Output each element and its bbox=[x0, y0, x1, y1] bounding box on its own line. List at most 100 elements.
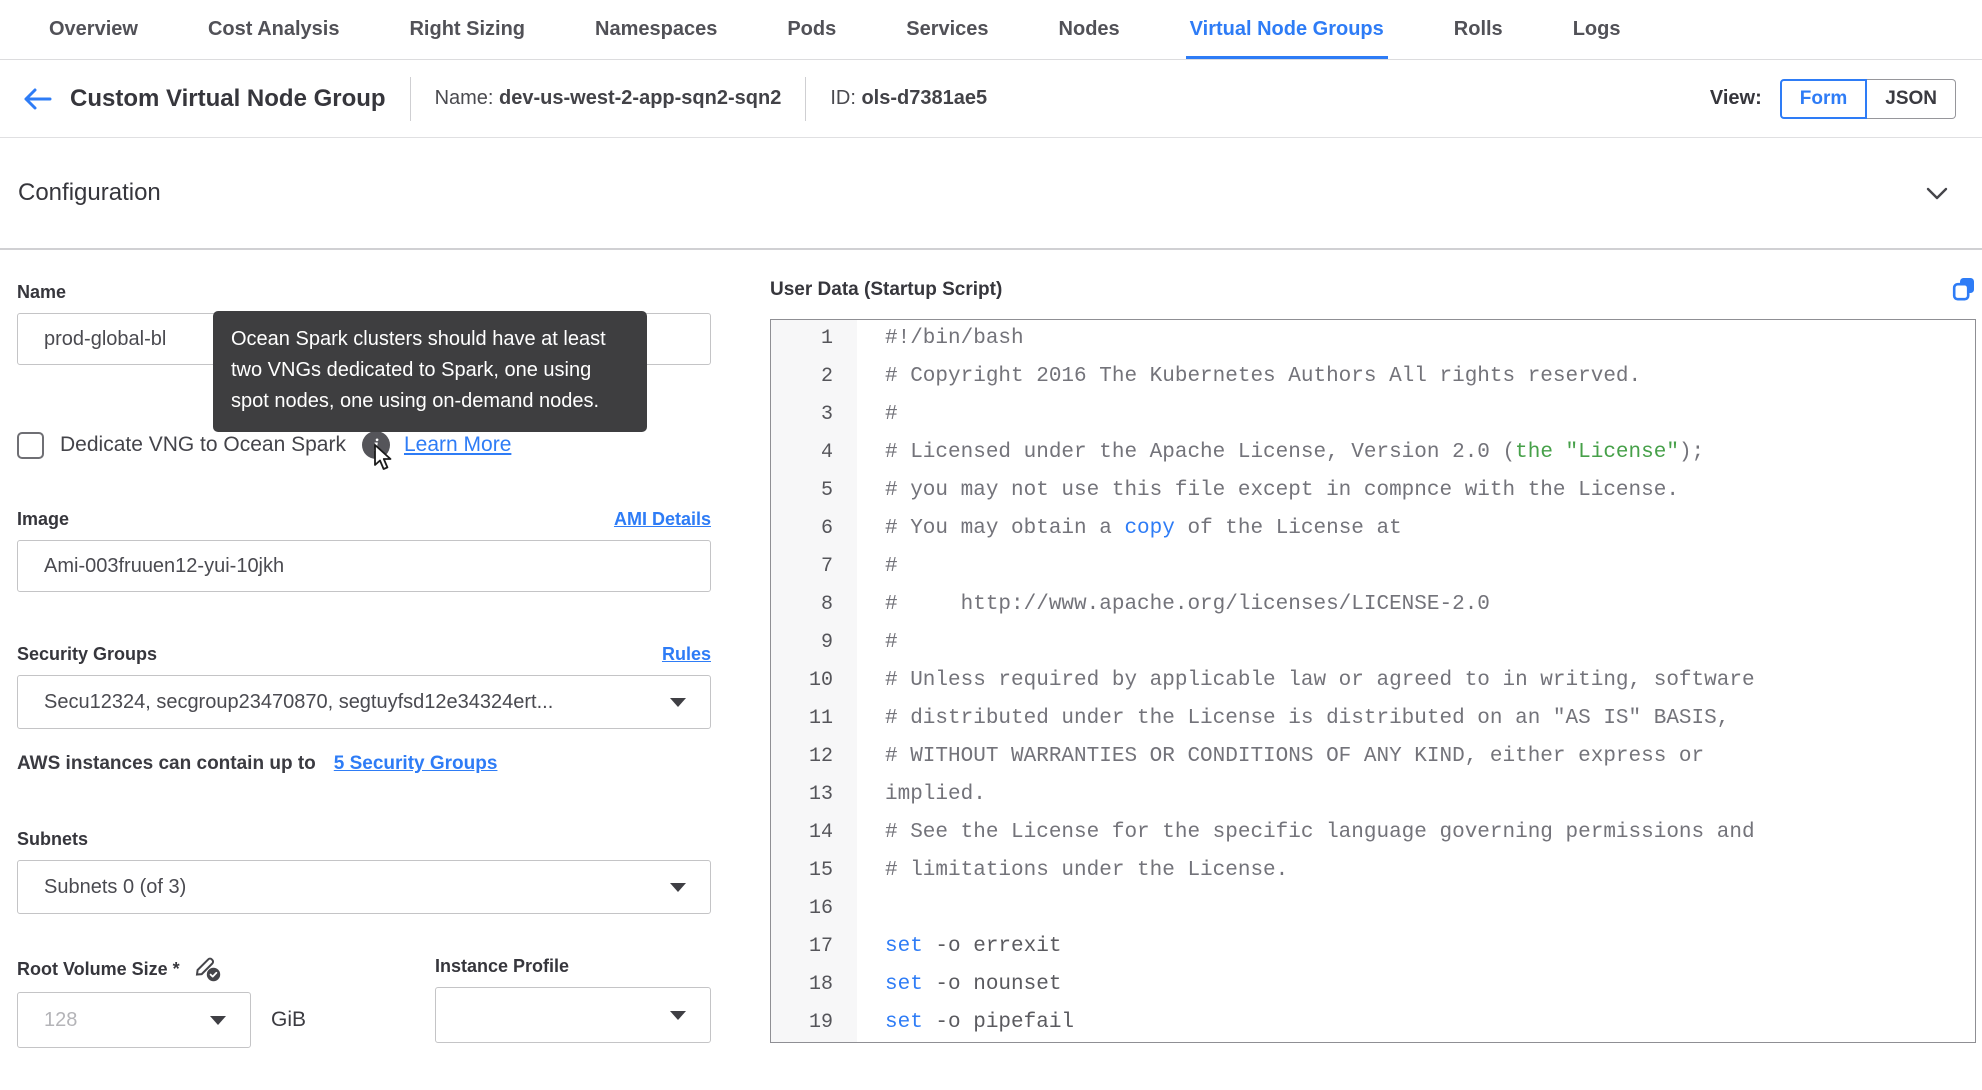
line-number: 5 bbox=[771, 472, 857, 510]
code-line: 2 # Copyright 2016 The Kubernetes Authors… bbox=[771, 358, 1975, 396]
line-number: 14 bbox=[771, 814, 857, 852]
collapse-button[interactable] bbox=[1926, 187, 1948, 200]
tab-overview[interactable]: Overview bbox=[45, 0, 142, 59]
code-text[interactable]: # distributed under the License is distr… bbox=[857, 700, 1975, 738]
gib-unit-label: GiB bbox=[270, 1008, 306, 1031]
back-button[interactable] bbox=[20, 86, 54, 112]
line-number: 2 bbox=[771, 358, 857, 396]
code-line: 4 # Licensed under the Apache License, Ve… bbox=[771, 434, 1975, 472]
code-text[interactable]: implied. bbox=[857, 776, 1975, 814]
configuration-title: Configuration bbox=[18, 179, 161, 206]
caret-down-icon bbox=[670, 1011, 686, 1020]
line-number: 19 bbox=[771, 1004, 857, 1042]
user-data-label: User Data (Startup Script) bbox=[770, 278, 1003, 300]
line-number: 11 bbox=[771, 700, 857, 738]
line-number: 4 bbox=[771, 434, 857, 472]
code-line: 17 set -o errexit bbox=[771, 928, 1975, 966]
code-text[interactable]: # You may obtain a copy of the License a… bbox=[857, 510, 1975, 548]
root-volume-label: Root Volume Size * bbox=[17, 958, 180, 979]
tab-right-sizing[interactable]: Right Sizing bbox=[405, 0, 529, 59]
instance-profile-label: Instance Profile bbox=[435, 956, 570, 976]
dedicate-checkbox[interactable] bbox=[17, 431, 44, 459]
chevron-down-icon bbox=[1926, 187, 1948, 199]
dedicate-row: Dedicate VNG to Ocean Spark i Learn More bbox=[17, 431, 711, 470]
tab-cost-analysis[interactable]: Cost Analysis bbox=[204, 0, 344, 59]
code-text[interactable]: # bbox=[857, 548, 1975, 586]
security-groups-hint: AWS instances can contain up to bbox=[17, 753, 316, 774]
code-line: 10 # Unless required by applicable law or… bbox=[771, 662, 1975, 700]
code-text[interactable]: #!/bin/bash bbox=[857, 320, 1975, 358]
security-groups-hint-link[interactable]: 5 Security Groups bbox=[334, 753, 498, 775]
code-text[interactable]: # http://www.apache.org/licenses/LICENSE… bbox=[857, 586, 1975, 624]
edit-check-icon bbox=[195, 957, 220, 982]
code-line: 12 # WITHOUT WARRANTIES OR CONDITIONS OF … bbox=[771, 738, 1975, 776]
form-column: Name Dedicate VNG to Ocean Spark i Learn… bbox=[17, 250, 711, 1048]
line-number: 17 bbox=[771, 928, 857, 966]
code-text[interactable]: set -o pipefail bbox=[857, 1004, 1975, 1042]
ami-details-link[interactable]: AMI Details bbox=[614, 509, 711, 530]
code-line: 16 bbox=[771, 890, 1975, 928]
line-number: 6 bbox=[771, 510, 857, 548]
line-number: 8 bbox=[771, 586, 857, 624]
image-field[interactable] bbox=[17, 540, 711, 592]
configuration-section-header: Configuration bbox=[0, 138, 1982, 250]
form-view-button[interactable]: Form bbox=[1779, 78, 1868, 119]
security-groups-label: Security Groups bbox=[17, 644, 158, 664]
caret-down-icon bbox=[209, 1016, 226, 1025]
configuration-body: Name Dedicate VNG to Ocean Spark i Learn… bbox=[0, 250, 1982, 1086]
vng-id: ID: ols-d7381ae5 bbox=[830, 87, 988, 109]
code-text[interactable]: # See the License for the specific langu… bbox=[857, 814, 1975, 852]
tab-pods[interactable]: Pods bbox=[783, 0, 840, 59]
code-editor[interactable]: 1 #!/bin/bash 2 # Copyright 2016 The Kubern… bbox=[770, 319, 1976, 1043]
learn-more-link[interactable]: Learn More bbox=[404, 433, 511, 457]
subnets-select[interactable]: Subnets 0 (of 3) bbox=[17, 860, 711, 914]
code-text[interactable]: set -o errexit bbox=[857, 928, 1975, 966]
code-text[interactable]: # Unless required by applicable law or a… bbox=[857, 662, 1975, 700]
line-number: 7 bbox=[771, 548, 857, 586]
code-text[interactable]: # you may not use this file except in co… bbox=[857, 472, 1975, 510]
view-toggle: Form JSON bbox=[1779, 78, 1956, 119]
code-line: 18 set -o nounset bbox=[771, 966, 1975, 1004]
code-line: 13 implied. bbox=[771, 776, 1975, 814]
line-number: 16 bbox=[771, 890, 857, 928]
page-header: Custom Virtual Node Group Name: dev-us-w… bbox=[0, 60, 1982, 138]
subnets-label: Subnets bbox=[17, 829, 89, 849]
tab-namespaces[interactable]: Namespaces bbox=[591, 0, 721, 59]
page-title: Custom Virtual Node Group bbox=[70, 84, 386, 112]
tab-logs[interactable]: Logs bbox=[1569, 0, 1625, 59]
line-number: 12 bbox=[771, 738, 857, 776]
tab-rolls[interactable]: Rolls bbox=[1450, 0, 1507, 59]
line-number: 18 bbox=[771, 966, 857, 1004]
divider bbox=[805, 76, 807, 121]
name-label: Name bbox=[17, 282, 67, 302]
caret-down-icon bbox=[670, 698, 686, 707]
tab-nodes[interactable]: Nodes bbox=[1055, 0, 1124, 59]
json-view-button[interactable]: JSON bbox=[1867, 78, 1956, 119]
code-line: 3 # bbox=[771, 396, 1975, 434]
copy-button[interactable] bbox=[1952, 276, 1976, 303]
line-number: 1 bbox=[771, 320, 857, 358]
code-text[interactable]: # Licensed under the Apache License, Ver… bbox=[857, 434, 1975, 472]
tab-services[interactable]: Services bbox=[902, 0, 992, 59]
tab-virtual-node-groups[interactable]: Virtual Node Groups bbox=[1185, 0, 1388, 59]
copy-icon bbox=[1952, 278, 1974, 301]
line-number: 10 bbox=[771, 662, 857, 700]
code-text[interactable]: # Copyright 2016 The Kubernetes Authors … bbox=[857, 358, 1975, 396]
line-number: 15 bbox=[771, 852, 857, 890]
code-text[interactable]: # WITHOUT WARRANTIES OR CONDITIONS OF AN… bbox=[857, 738, 1975, 776]
image-label: Image bbox=[17, 509, 70, 529]
divider bbox=[409, 76, 411, 121]
code-text[interactable] bbox=[857, 890, 1975, 928]
code-text[interactable]: # limitations under the License. bbox=[857, 852, 1975, 890]
code-text[interactable]: set -o nounset bbox=[857, 966, 1975, 1004]
instance-profile-select[interactable] bbox=[435, 987, 711, 1043]
code-text[interactable]: # bbox=[857, 624, 1975, 662]
security-groups-select[interactable]: Secu12324, secgroup23470870, segtuyfsd12… bbox=[17, 675, 711, 729]
rules-link[interactable]: Rules bbox=[662, 644, 711, 665]
code-line: 7 # bbox=[771, 548, 1975, 586]
root-volume-select[interactable]: 128 bbox=[17, 992, 251, 1048]
vng-name: Name: dev-us-west-2-app-sqn2-sqn2 bbox=[434, 87, 782, 109]
back-arrow-icon bbox=[24, 88, 52, 109]
line-number: 3 bbox=[771, 396, 857, 434]
code-text[interactable]: # bbox=[857, 396, 1975, 434]
